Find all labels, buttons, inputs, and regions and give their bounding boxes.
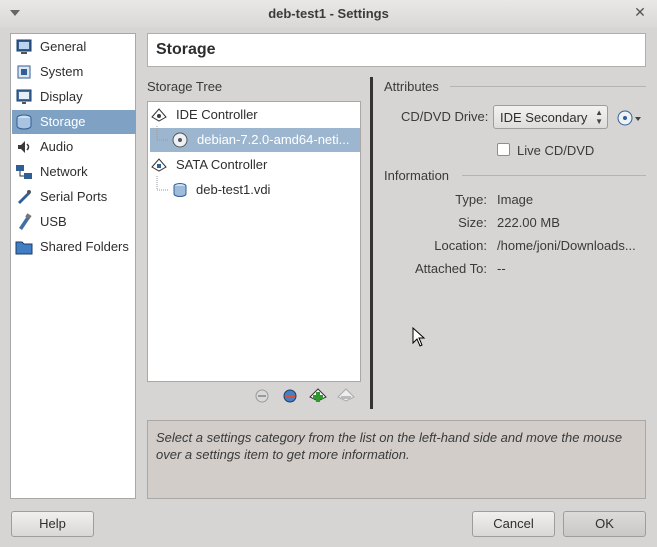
cd-dvd-drive-value: IDE Secondary bbox=[500, 110, 588, 125]
title-bar: deb-test1 - Settings ✕ bbox=[0, 0, 657, 29]
info-attached-to-value: -- bbox=[497, 261, 506, 276]
audio-icon bbox=[18, 141, 30, 153]
info-size-label: Size: bbox=[458, 215, 487, 230]
monitor-icon bbox=[16, 39, 32, 54]
page-title-text: Storage bbox=[156, 41, 216, 58]
info-size-value: 222.00 MB bbox=[497, 215, 560, 230]
info-type-label: Type: bbox=[455, 192, 487, 207]
storage-tree[interactable]: IDE Controller debian-7.2.0-amd64-neti..… bbox=[147, 101, 361, 382]
ok-button[interactable]: OK bbox=[563, 511, 646, 537]
tree-item-label: deb-test1.vdi bbox=[196, 182, 271, 197]
sidebar-item-label: Serial Ports bbox=[40, 189, 108, 204]
attributes-label: Attributes bbox=[384, 79, 439, 94]
live-cd-dvd-label[interactable]: Live CD/DVD bbox=[517, 143, 594, 158]
sidebar-item-display[interactable]: Display bbox=[12, 85, 136, 109]
remove-controller-button[interactable] bbox=[253, 386, 271, 404]
tree-item-sata-controller[interactable]: SATA Controller bbox=[148, 153, 360, 177]
tree-connector-lines bbox=[156, 126, 168, 191]
tree-item-hard-disk[interactable]: deb-test1.vdi bbox=[148, 178, 360, 202]
attributes-divider bbox=[450, 86, 646, 87]
cd-dvd-drive-label: CD/DVD Drive: bbox=[401, 109, 489, 124]
tree-item-ide-controller[interactable]: IDE Controller bbox=[148, 103, 360, 127]
sidebar-item-usb[interactable]: USB bbox=[12, 210, 136, 234]
information-divider bbox=[462, 175, 646, 176]
display-icon bbox=[16, 89, 32, 104]
page-title: Storage bbox=[147, 33, 646, 67]
serial-port-icon bbox=[18, 190, 31, 204]
information-label: Information bbox=[384, 168, 450, 183]
sidebar-item-serial-ports[interactable]: Serial Ports bbox=[12, 185, 136, 209]
sidebar-item-general[interactable]: General bbox=[12, 35, 136, 59]
hint-panel: Select a settings category from the list… bbox=[147, 420, 646, 499]
live-cd-dvd-checkbox[interactable] bbox=[497, 143, 510, 156]
cancel-button[interactable]: Cancel bbox=[472, 511, 555, 537]
cd-dvd-drive-select[interactable]: IDE Secondary ▲ ▼ bbox=[493, 105, 608, 129]
hint-text: Select a settings category from the list… bbox=[156, 430, 623, 462]
sidebar-item-audio[interactable]: Audio bbox=[12, 135, 136, 159]
disk-icon bbox=[16, 114, 32, 130]
sidebar-item-label: General bbox=[40, 39, 87, 54]
sidebar-item-label: System bbox=[40, 64, 84, 79]
sidebar-item-label: Display bbox=[40, 89, 83, 104]
help-button[interactable]: Help bbox=[11, 511, 94, 537]
add-attachment-button[interactable] bbox=[281, 386, 299, 404]
sidebar-item-storage[interactable]: Storage bbox=[12, 110, 136, 134]
tree-item-optical-disc[interactable]: debian-7.2.0-amd64-neti... bbox=[150, 128, 360, 152]
close-icon[interactable]: ✕ bbox=[633, 5, 647, 19]
usb-icon bbox=[19, 213, 32, 230]
spinner-arrows-icon: ▲ ▼ bbox=[595, 108, 603, 126]
sidebar-item-label: Audio bbox=[40, 139, 74, 154]
window-title: deb-test1 - Settings bbox=[268, 6, 389, 21]
info-type-value: Image bbox=[497, 192, 534, 207]
sidebar-item-label: USB bbox=[40, 214, 67, 229]
remove-attachment-button[interactable] bbox=[337, 386, 355, 404]
sidebar-item-label: Shared Folders bbox=[40, 239, 129, 254]
mouse-cursor-icon bbox=[412, 327, 426, 347]
chip-icon bbox=[17, 65, 31, 79]
folder-icon bbox=[15, 241, 33, 255]
sidebar-item-label: Network bbox=[40, 164, 88, 179]
sidebar-item-label: Storage bbox=[40, 114, 86, 129]
sidebar-item-system[interactable]: System bbox=[12, 60, 136, 84]
add-controller-button[interactable] bbox=[309, 386, 327, 404]
sidebar-item-shared-folders[interactable]: Shared Folders bbox=[12, 235, 136, 259]
network-icon bbox=[16, 165, 32, 179]
info-location-value: /home/joni/Downloads... bbox=[497, 238, 636, 253]
info-attached-to-label: Attached To: bbox=[414, 261, 487, 276]
info-location-label: Location: bbox=[434, 238, 487, 253]
storage-tree-label: Storage Tree bbox=[147, 79, 223, 94]
tree-item-label: IDE Controller bbox=[176, 107, 258, 122]
tree-item-label: debian-7.2.0-amd64-neti... bbox=[197, 132, 350, 147]
choose-disk-button[interactable] bbox=[616, 108, 644, 128]
cd-icon bbox=[172, 132, 188, 148]
hard-disk-icon bbox=[173, 183, 187, 197]
panel-splitter[interactable] bbox=[370, 77, 373, 409]
category-list[interactable]: General System Display Storage Audio Net… bbox=[10, 33, 136, 499]
sidebar-item-network[interactable]: Network bbox=[12, 160, 136, 184]
tree-item-label: SATA Controller bbox=[176, 157, 268, 172]
